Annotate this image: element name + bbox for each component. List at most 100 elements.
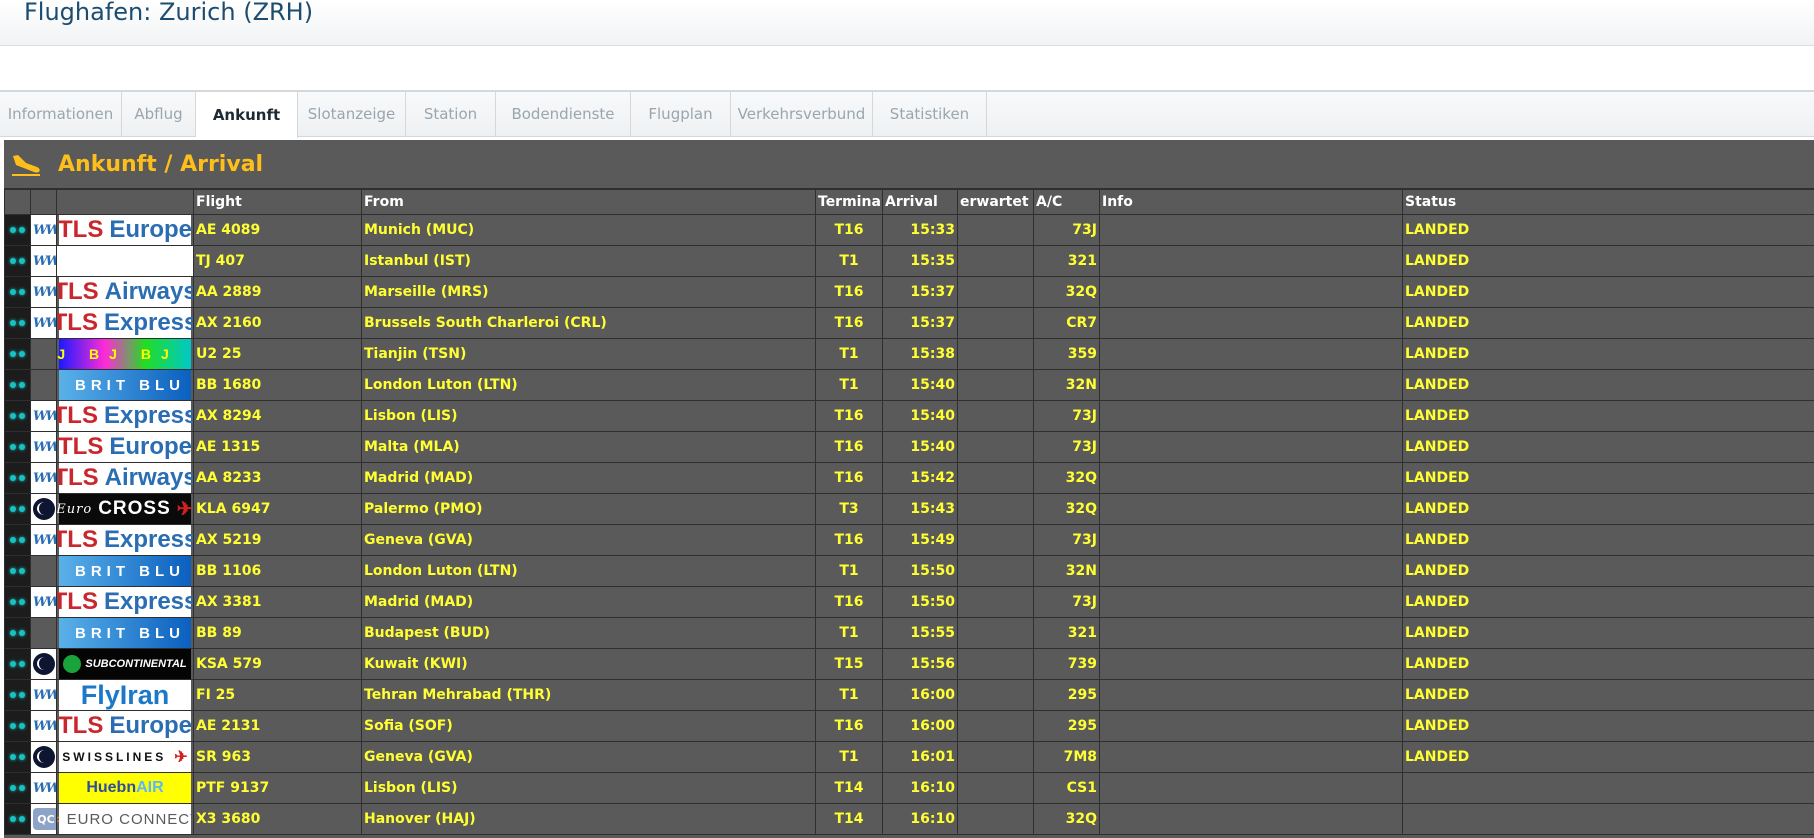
flight-number[interactable]: TJ 407 (193, 245, 362, 277)
light-dot (10, 413, 16, 419)
arrival-time: 16:10 (882, 772, 958, 804)
flight-number[interactable]: BB 89 (193, 617, 362, 649)
col-expected-header: erwartet (957, 189, 1034, 215)
light-dot (19, 444, 25, 450)
flight-number[interactable]: KLA 6947 (193, 493, 362, 525)
flight-number[interactable]: U2 25 (193, 338, 362, 370)
page-title: Flughafen: Zurich (ZRH) (24, 0, 314, 26)
flight-number[interactable]: PTF 9137 (193, 772, 362, 804)
light-dot (10, 382, 16, 388)
arrival-time: 15:35 (882, 245, 958, 277)
status-light-icon (7, 433, 28, 462)
arrival-time: 15:50 (882, 555, 958, 587)
aircraft-type: 73J (1033, 524, 1100, 556)
alliance-cell (30, 338, 57, 370)
flight-number[interactable]: AE 1315 (193, 431, 362, 463)
tab-station[interactable]: Station (406, 92, 496, 136)
flight-number[interactable]: BB 1106 (193, 555, 362, 587)
flight-number[interactable]: X3 3680 (193, 803, 362, 835)
light-dot (19, 692, 25, 698)
info (1099, 524, 1403, 556)
light-dot (10, 475, 16, 481)
logo-text: CROSS (98, 498, 171, 519)
title-bar: Flughafen: Zurich (ZRH) (0, 0, 1814, 46)
aircraft-type: 321 (1033, 617, 1100, 649)
expected-time (957, 307, 1034, 339)
logo-text-b: AIR (136, 779, 164, 796)
flight-number[interactable]: AX 8294 (193, 400, 362, 432)
airline-logo: SWISSLINES ✈ (59, 742, 191, 772)
light-dot (19, 258, 25, 264)
flight-number[interactable]: AE 2131 (193, 710, 362, 742)
arrival-time: 15:40 (882, 369, 958, 401)
tab-verkehrsverbund[interactable]: Verkehrsverbund (731, 92, 873, 136)
airline-logo-cell: Huebn AIR (56, 772, 194, 804)
tab-informationen[interactable]: Informationen (0, 92, 122, 136)
flight-number[interactable]: SR 963 (193, 741, 362, 773)
table-row: WW Huebn AIR PTF 9137 Lisbon (LIS) T14 16:10 CS… (4, 772, 1814, 804)
light-dot (10, 568, 16, 574)
terminal: T1 (815, 741, 883, 773)
arrival-time: 15:56 (882, 648, 958, 680)
info (1099, 555, 1403, 587)
aircraft-type: 32N (1033, 555, 1100, 587)
flight-number[interactable]: AA 2889 (193, 276, 362, 308)
row-indicator (4, 369, 31, 401)
alliance-circle-icon (33, 498, 55, 520)
alliance-logo-ww: WW (33, 409, 57, 424)
alliance-cell: WW (30, 214, 57, 246)
logo-text-a: TLS (56, 464, 99, 491)
flight-number[interactable]: BB 1680 (193, 369, 362, 401)
light-dot (19, 816, 25, 822)
flight-number[interactable]: AE 4089 (193, 214, 362, 246)
tab-ankunft[interactable]: Ankunft (196, 92, 298, 138)
status-light-icon (7, 743, 28, 772)
flight-number[interactable]: AX 3381 (193, 586, 362, 618)
flight-number[interactable]: AA 8233 (193, 462, 362, 494)
alliance-circle-icon (33, 653, 55, 675)
aircraft-type: 73J (1033, 586, 1100, 618)
col-flight-header: Flight (193, 189, 362, 215)
flight-number[interactable]: KSA 579 (193, 648, 362, 680)
expected-time (957, 493, 1034, 525)
row-indicator (4, 307, 31, 339)
light-dot (10, 537, 16, 543)
aircraft-type: 359 (1033, 338, 1100, 370)
status-text: LANDED (1402, 648, 1814, 680)
table-row: WW TLS Europe AE 1315 Malta (MLA) T16 15:40 73J… (4, 431, 1814, 463)
table-row: WW TLS Europe AE 2131 Sofia (SOF) T16 16:00 295… (4, 710, 1814, 742)
alliance-cell: WW (30, 586, 57, 618)
light-dot (19, 754, 25, 760)
tab-flugplan[interactable]: Flugplan (631, 92, 731, 136)
alliance-cell: WW (30, 276, 57, 308)
airline-logo: BRIT BLU (59, 618, 191, 648)
origin: Geneva (GVA) (361, 741, 816, 773)
flight-number[interactable]: FI 25 (193, 679, 362, 711)
light-dot (10, 630, 16, 636)
flight-number[interactable]: AX 5219 (193, 524, 362, 556)
alliance-circle-icon (33, 746, 55, 768)
light-dot (19, 289, 25, 295)
flight-number[interactable]: AX 2160 (193, 307, 362, 339)
tab-statistiken[interactable]: Statistiken (873, 92, 987, 136)
status-text: LANDED (1402, 710, 1814, 742)
expected-time (957, 245, 1034, 277)
aircraft-type: 73J (1033, 431, 1100, 463)
arrivals-table: Flight From Terminal Arrival erwartet A/… (4, 189, 1814, 835)
tab-bodendienste[interactable]: Bodendienste (496, 92, 631, 136)
alliance-cell: WW (30, 245, 57, 277)
row-indicator (4, 462, 31, 494)
status-text: LANDED (1402, 307, 1814, 339)
light-dot (19, 351, 25, 357)
tab-slotanzeige[interactable]: Slotanzeige (298, 92, 406, 136)
logo-text-a: TLS (58, 712, 104, 739)
logo-text: BJ BJ BJ B (57, 346, 193, 362)
airline-logo: TLS Express (58, 587, 193, 617)
info (1099, 493, 1403, 525)
aircraft-type: CR7 (1033, 307, 1100, 339)
tab-abflug[interactable]: Abflug (122, 92, 196, 136)
info (1099, 617, 1403, 649)
arrival-time: 16:01 (882, 741, 958, 773)
alliance-logo-ww: WW (33, 533, 57, 548)
logo-text-a: Huebn (86, 779, 137, 796)
